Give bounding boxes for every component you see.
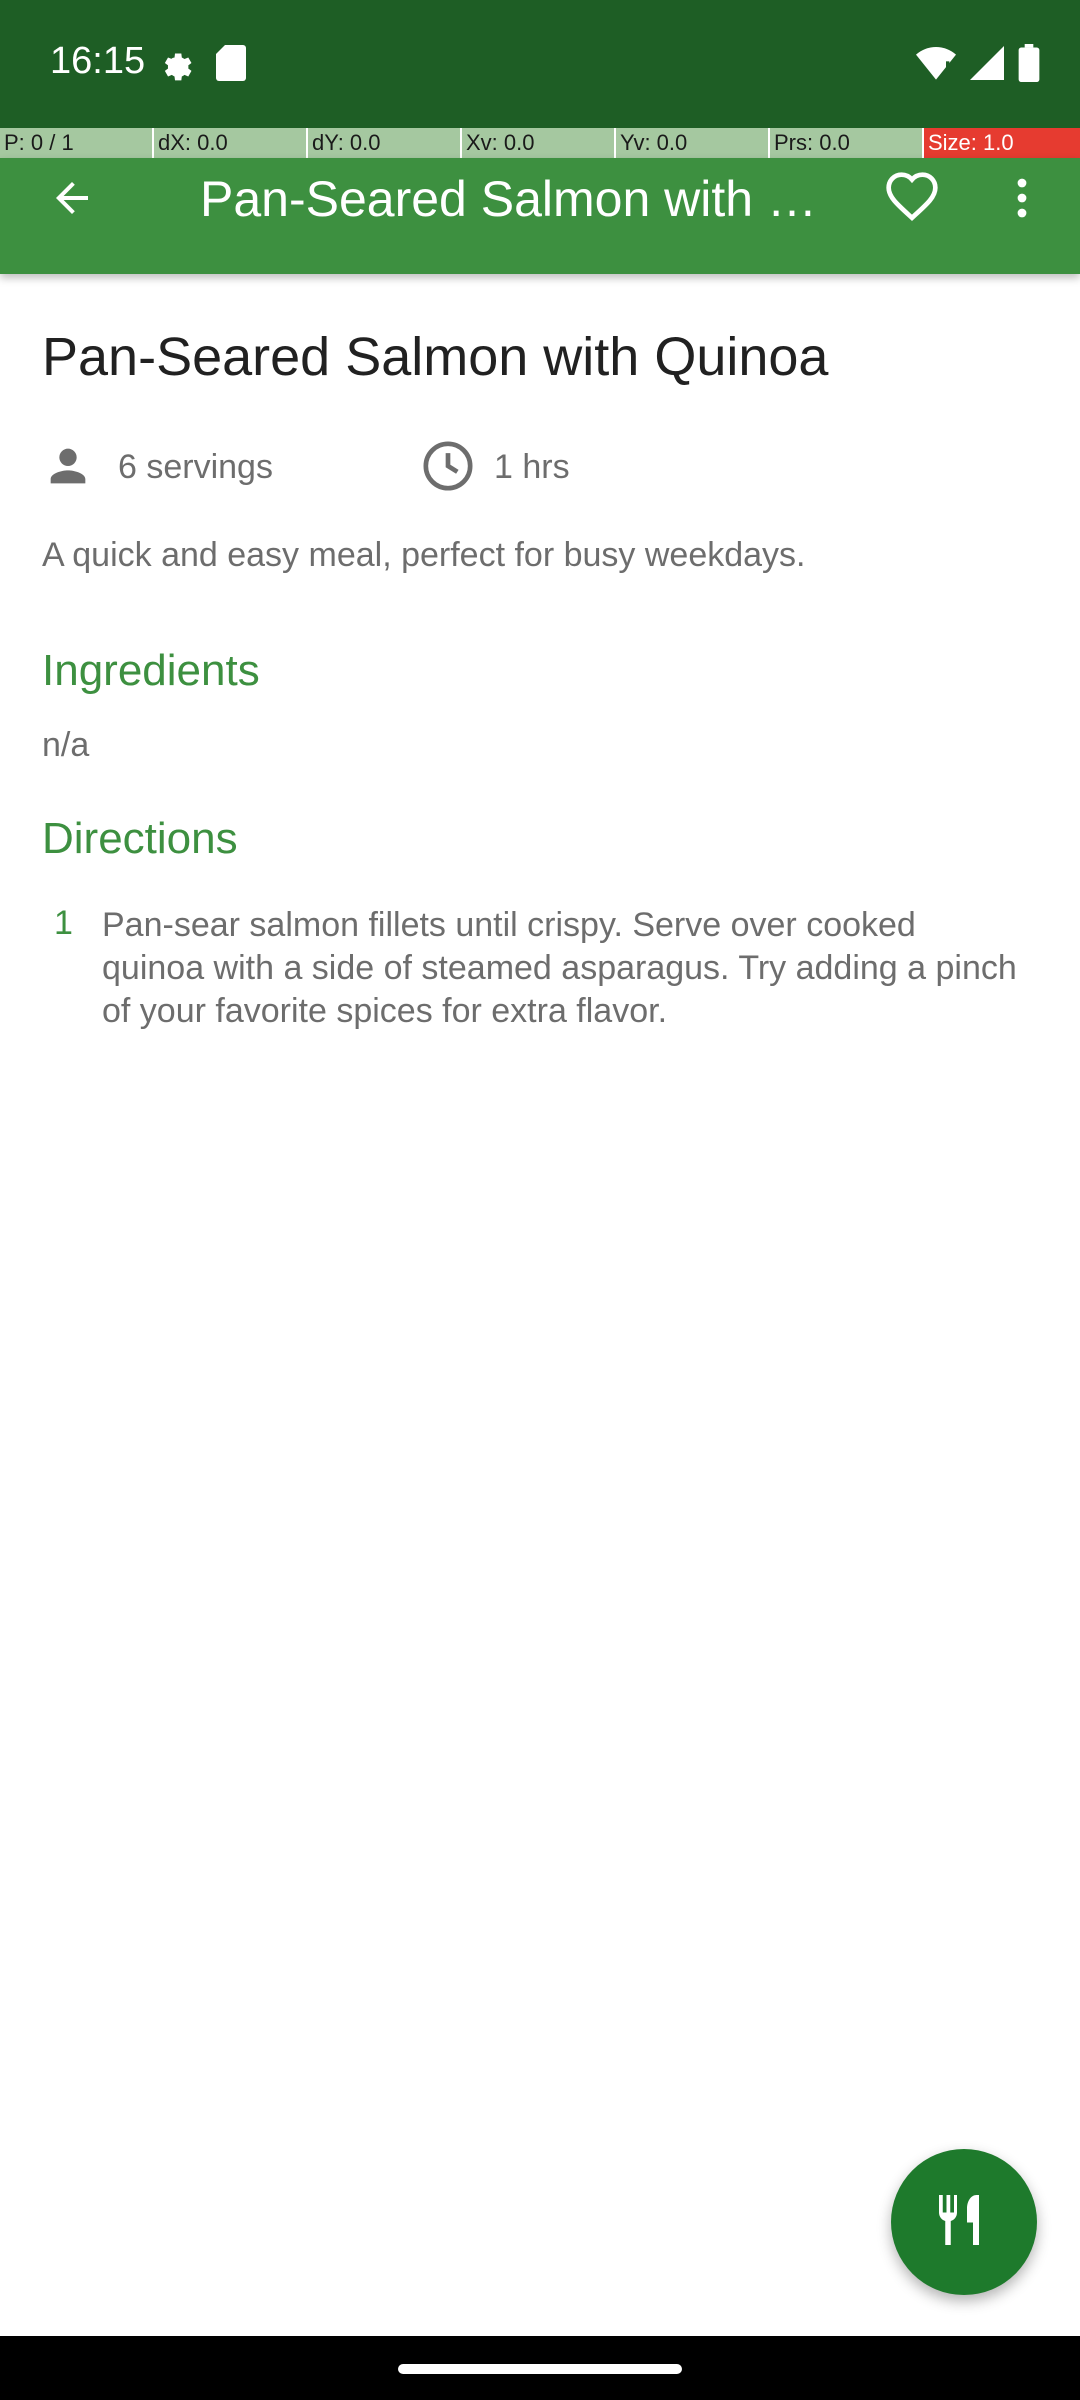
heart-outline-icon	[884, 170, 940, 231]
sd-card-icon	[216, 45, 246, 86]
cell-signal-icon	[970, 45, 1004, 86]
person-icon	[42, 440, 94, 497]
time-text: 1 hrs	[494, 448, 570, 486]
fork-knife-icon	[934, 2190, 994, 2255]
ingredients-text: n/a	[42, 726, 90, 764]
status-bar: 16:15	[0, 0, 1080, 128]
back-button[interactable]	[32, 160, 112, 240]
cook-mode-button[interactable]	[891, 2149, 1037, 2295]
navigation-bar	[0, 2336, 1080, 2400]
step-text: Pan-sear salmon fillets until crispy. Se…	[102, 906, 1017, 1030]
recipe-description: A quick and easy meal, perfect for busy …	[42, 536, 806, 574]
directions-heading: Directions	[42, 814, 238, 863]
debug-size: Size: 1.0	[924, 128, 1080, 158]
status-left-icons	[156, 44, 246, 87]
debug-pointer: P: 0 / 1	[0, 128, 154, 158]
settings-gear-icon	[156, 44, 194, 87]
more-options-button[interactable]	[982, 160, 1062, 240]
home-handle[interactable]	[398, 2364, 682, 2374]
step-number: 1	[54, 904, 73, 942]
app-bar-title: Pan-Seared Salmon with Quinoa	[200, 171, 820, 227]
status-time: 16:15	[50, 40, 146, 82]
wifi-icon	[916, 45, 956, 86]
status-right-icons	[916, 44, 1040, 87]
clock-icon	[420, 438, 476, 499]
ingredients-heading: Ingredients	[42, 646, 260, 695]
debug-dy: dY: 0.0	[308, 128, 462, 158]
more-vert-icon	[998, 174, 1046, 227]
pointer-debug-bar: P: 0 / 1 dX: 0.0 dY: 0.0 Xv: 0.0 Yv: 0.0…	[0, 128, 1080, 158]
debug-pressure: Prs: 0.0	[770, 128, 924, 158]
battery-icon	[1018, 44, 1040, 87]
debug-yv: Yv: 0.0	[616, 128, 770, 158]
debug-dx: dX: 0.0	[154, 128, 308, 158]
direction-step: 1 Pan-sear salmon fillets until crispy. …	[42, 904, 1032, 1033]
debug-xv: Xv: 0.0	[462, 128, 616, 158]
favorite-button[interactable]	[872, 160, 952, 240]
app-bar: Pan-Seared Salmon with Quinoa	[0, 158, 1080, 274]
recipe-title: Pan-Seared Salmon with Quinoa	[42, 327, 829, 387]
servings-text: 6 servings	[118, 448, 273, 486]
recipe-meta: 6 servings 1 hrs	[42, 434, 1042, 498]
arrow-back-icon	[48, 174, 96, 227]
